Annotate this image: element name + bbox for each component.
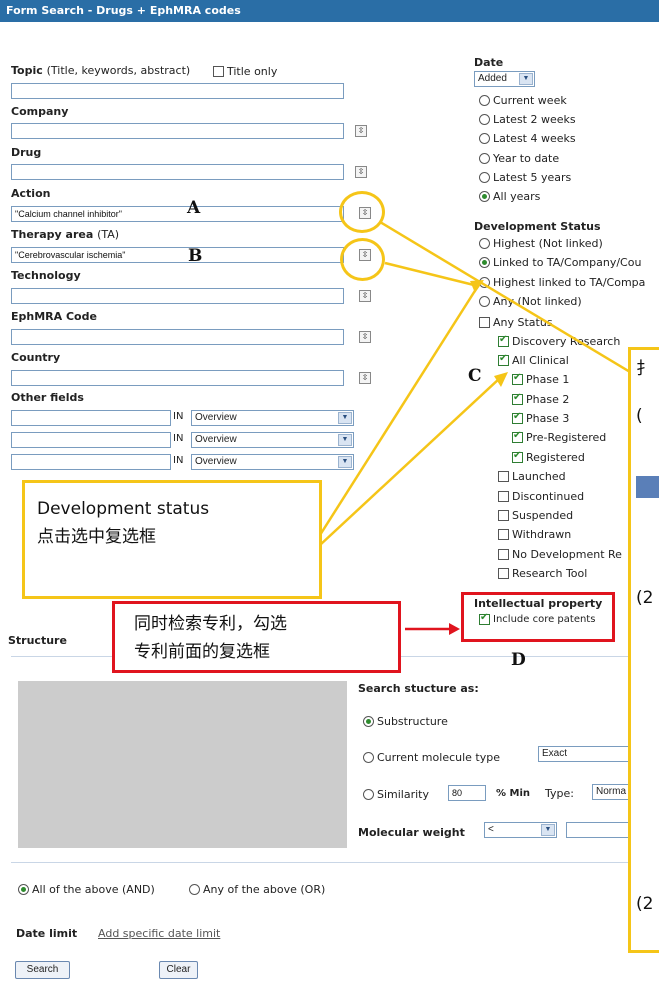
right-callout-box: 扌 ( (2 (2 <box>628 347 659 953</box>
patent-callout-line1: 同时检索专利，勾选 <box>134 614 287 634</box>
right-callout-block <box>636 476 659 498</box>
patent-callout: 同时检索专利，勾选 专利前面的复选框 <box>112 601 401 673</box>
right-callout-text-3: (2 <box>636 588 654 608</box>
right-callout-text-2: ( <box>636 406 643 426</box>
action-picker-highlight <box>339 191 385 233</box>
patent-callout-line2: 专利前面的复选框 <box>134 642 270 662</box>
dev-status-callout: Development status 点击选中复选框 <box>22 480 322 599</box>
right-callout-text-1: 扌 <box>636 359 653 379</box>
dev-callout-line1: Development status <box>37 499 210 519</box>
marker-c: C <box>468 366 482 386</box>
right-callout-text-4: (2 <box>636 894 654 914</box>
ip-highlight-box <box>461 592 615 642</box>
dev-callout-line2: 点击选中复选框 <box>37 527 156 547</box>
marker-a: A <box>187 198 201 218</box>
therapy-picker-highlight <box>340 238 385 281</box>
marker-b: B <box>188 246 203 266</box>
marker-d: D <box>511 650 526 670</box>
